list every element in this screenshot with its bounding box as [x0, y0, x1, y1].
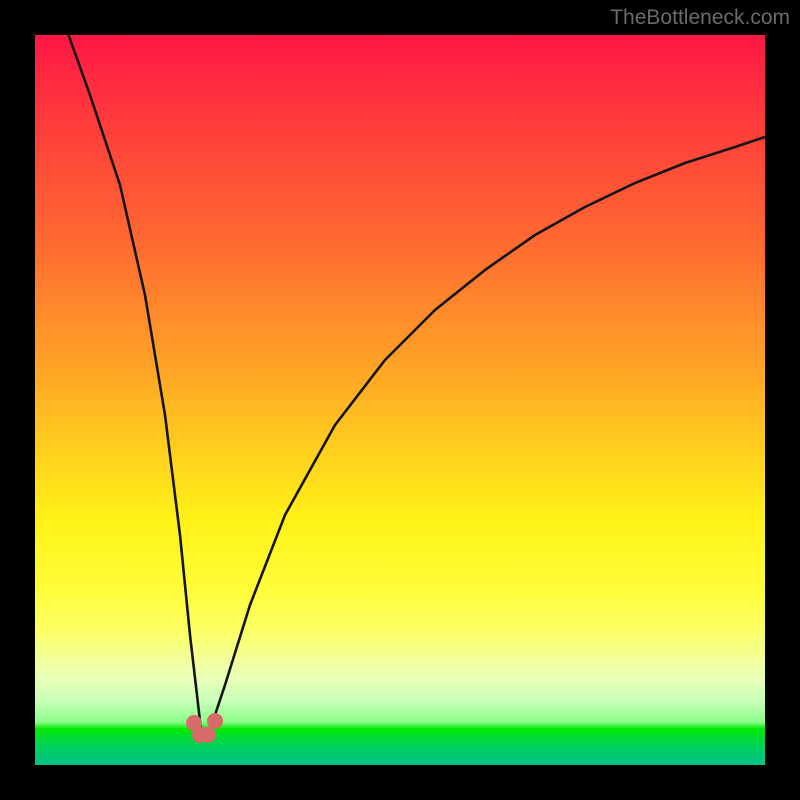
plot-area: [35, 35, 765, 765]
chart-frame: TheBottleneck.com: [0, 0, 800, 800]
bottleneck-curve: [65, 35, 765, 735]
min-marker-fill: [197, 727, 211, 739]
min-marker: [207, 713, 223, 729]
curve-layer: [35, 35, 765, 765]
watermark-text: TheBottleneck.com: [610, 6, 790, 30]
